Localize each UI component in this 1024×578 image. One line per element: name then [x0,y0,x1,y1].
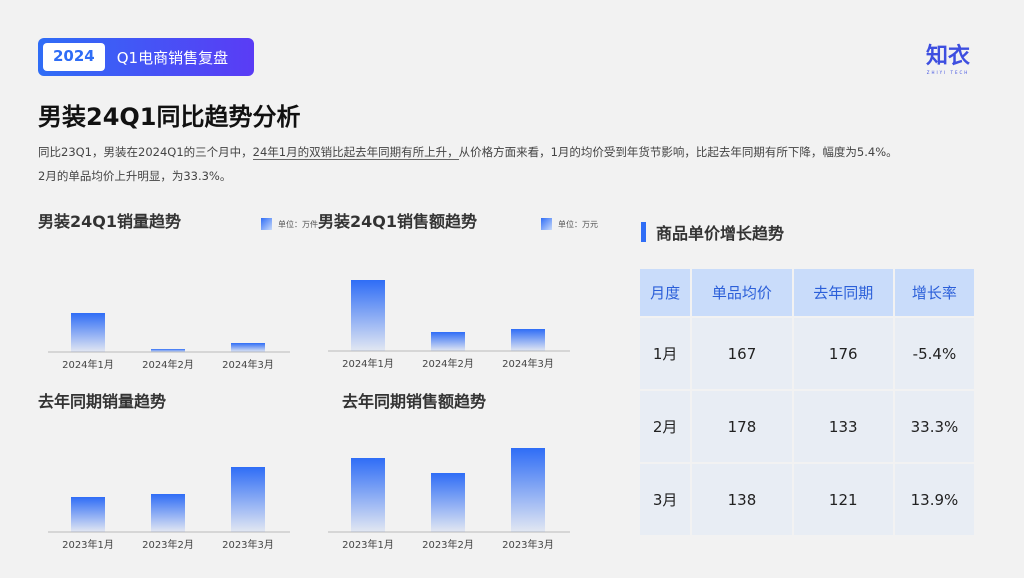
header-price: 单品均价 [690,267,794,318]
chart-24-amount: 2024年1月 2024年2月 2024年3月 男装24Q1销售额趋势 单位：万元 [318,208,598,378]
desc-part1: 同比23Q1，男装在2024Q1的三个月中， [38,145,253,159]
cell: 1月 [637,316,693,391]
cell: 121 [791,462,895,537]
x-tick-label: 2024年1月 [342,357,394,370]
table-row: 1月 167 176 -5.4% [637,316,977,391]
header-month: 月度 [637,267,693,318]
bar [231,343,265,352]
x-tick-label: 2023年3月 [222,538,274,551]
chart-title: 男装24Q1销量趋势 [38,212,182,231]
bar-plot: 2023年1月 2023年2月 2023年3月 [328,448,570,551]
cell: 138 [690,462,794,537]
cell: 13.9% [892,462,977,537]
year-label: 2024 [43,43,105,71]
legend-swatch [261,218,272,230]
bar-plot: 2024年1月 2024年2月 2024年3月 [48,313,290,371]
x-tick-label: 2024年2月 [422,357,474,370]
chart-title: 去年同期销量趋势 [38,392,167,411]
table-row: 3月 138 121 13.9% [637,462,977,537]
x-tick-label: 2024年3月 [222,358,274,371]
section-badge: 2024 Q1电商销售复盘 [38,38,254,76]
cell: -5.4% [892,316,977,391]
bar-plot: 2024年1月 2024年2月 2024年3月 [328,280,570,370]
x-tick-label: 2024年2月 [142,358,194,371]
price-table: 月度 单品均价 去年同期 增长率 1月 167 176 -5.4% 2月 178 133 3… [637,267,977,537]
cell: 33.3% [892,389,977,464]
bar [511,329,545,351]
chart-legend: 单位：万元 [541,218,598,230]
x-tick-label: 2024年3月 [502,357,554,370]
table-row: 2月 178 133 33.3% [637,389,977,464]
chart-23-amount: 2023年1月 2023年2月 2023年3月 去年同期销售额趋势 [318,388,598,558]
description: 同比23Q1，男装在2024Q1的三个月中，24年1月的双销比起去年同期有所上升… [38,140,988,188]
cell: 133 [791,389,895,464]
page-title: 男装24Q1同比趋势分析 [38,103,301,131]
table-header-row: 月度 单品均价 去年同期 增长率 [637,267,977,318]
desc-highlight: 24年1月的双销比起去年同期有所上升， [252,145,459,160]
x-tick-label: 2024年1月 [62,358,114,371]
header-growth: 增长率 [892,267,977,318]
chart-23-volume: 2023年1月 2023年2月 2023年3月 去年同期销量趋势 [38,388,318,558]
bar [431,473,465,532]
x-tick-label: 2023年2月 [422,538,474,551]
x-tick-label: 2023年3月 [502,538,554,551]
bar [151,349,185,352]
legend-unit: 单位：万元 [558,219,598,229]
logo-sub: ZHIYI TECH [926,70,970,75]
bar [431,332,465,351]
bar [351,458,385,532]
cell: 176 [791,316,895,391]
cell: 3月 [637,462,693,537]
legend-unit: 单位：万件 [278,219,318,229]
bar [511,448,545,532]
bar [151,494,185,532]
bar [351,280,385,351]
desc-line2: 2月的单品均价上升明显，为33.3%。 [38,169,232,183]
x-tick-label: 2023年1月 [342,538,394,551]
bar [231,467,265,532]
cell: 178 [690,389,794,464]
logo: 知衣 ZHIYI TECH [926,38,970,75]
bar [71,497,105,532]
header-last-year: 去年同期 [791,267,895,318]
desc-part2: 从价格方面来看，1月的均价受到年货节影响，比起去年同期有所下降，幅度为5.4%。 [458,145,898,159]
cell: 167 [690,316,794,391]
table-title: 商品单价增长趋势 [641,220,784,244]
x-tick-label: 2023年1月 [62,538,114,551]
logo-text: 知衣 [926,44,971,69]
chart-24-volume: 2024年1月 2024年2月 2024年3月 男装24Q1销量趋势 单位：万件 [38,208,318,378]
x-tick-label: 2023年2月 [142,538,194,551]
bar-plot: 2023年1月 2023年2月 2023年3月 [48,467,290,551]
chart-title: 男装24Q1销售额趋势 [318,212,478,231]
bar [71,313,105,352]
title-marker [641,222,646,242]
chart-title: 去年同期销售额趋势 [342,392,487,411]
section-title: Q1电商销售复盘 [116,48,229,67]
table-title-text: 商品单价增长趋势 [656,224,785,243]
chart-legend: 单位：万件 [261,218,318,230]
cell: 2月 [637,389,693,464]
legend-swatch [541,218,552,230]
